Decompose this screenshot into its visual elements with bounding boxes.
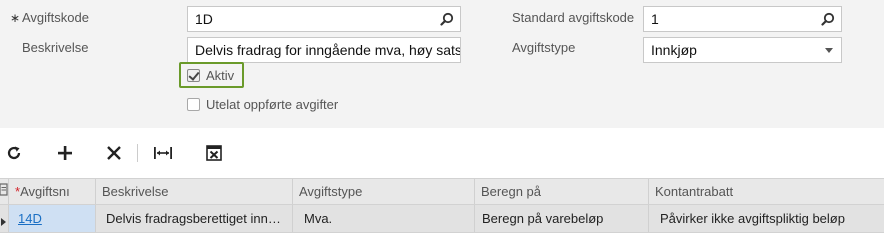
column-header-label: Kontantrabatt [655,184,734,199]
column-header-label: Beregn på [481,184,541,199]
avgiftstype-value: Innkjøp [651,42,697,58]
refresh-button[interactable] [3,142,25,164]
row-selector-header[interactable] [0,179,9,204]
aktiv-checkbox-row[interactable]: Aktiv [187,68,234,83]
add-row-button[interactable] [54,142,76,164]
cell-value: Beregn på varebeløp [482,211,604,226]
standard-avgiftskode-label: Standard avgiftskode [512,10,635,25]
column-header-avgiftstype[interactable]: Avgiftstype [293,179,475,204]
row-indicator[interactable] [0,205,9,232]
aktiv-checkbox[interactable] [187,69,200,82]
utelat-label: Utelat oppførte avgifter [206,97,339,112]
column-header-avgiftsnr[interactable]: *Avgiftsnı [9,179,96,204]
column-header-kontantrabatt[interactable]: Kontantrabatt [649,179,884,204]
grid-toolbar [0,128,884,178]
aktiv-label: Aktiv [206,68,235,83]
excel-export-icon [206,145,222,161]
cell-value: Mva. [304,211,333,226]
toolbar-divider [137,144,138,162]
cell-value: Påvirker ikke avgiftspliktig beløp [660,211,845,226]
beskrivelse-value: Delvis fradrag for inngående mva, høy sa… [195,42,461,58]
delete-row-button[interactable] [103,142,125,164]
utelat-checkbox-row[interactable]: Utelat oppførte avgifter [187,97,338,112]
avgiftskode-field[interactable]: 1D [187,6,461,32]
standard-avgiftskode-field[interactable]: 1 [643,6,842,32]
cell-beskrivelse[interactable]: Delvis fradragsberettiget inn… [96,205,293,232]
plus-icon [58,146,72,160]
cell-avgiftstype[interactable]: Mva. [293,205,475,232]
avgiftstype-label: Avgiftstype [512,40,576,55]
notes-icon [0,183,8,196]
standard-avgiftskode-value: 1 [651,11,659,27]
export-excel-button[interactable] [203,142,225,164]
cell-avgiftsnr[interactable]: 14D [9,205,96,232]
tax-grid: *Avgiftsnı Beskrivelse Avgiftstype Bereg… [0,178,884,242]
fit-columns-icon [154,147,172,159]
refresh-icon [7,146,21,160]
row-pointer-icon [1,218,6,226]
form-area: ∗ Avgiftskode 1D Beskrivelse Delvis frad… [0,0,884,128]
close-icon [107,146,121,160]
fit-columns-button[interactable] [152,142,174,164]
grid-header: *Avgiftsnı Beskrivelse Avgiftstype Bereg… [0,178,884,205]
column-header-label: Beskrivelse [102,184,169,199]
avgiftstype-dropdown[interactable]: Innkjøp [643,37,842,63]
column-header-beskrivelse[interactable]: Beskrivelse [96,179,293,204]
avgiftskode-value: 1D [195,11,213,27]
table-row[interactable]: 14D Delvis fradragsberettiget inn… Mva. … [0,205,884,233]
search-icon[interactable] [440,12,454,26]
chevron-down-icon[interactable] [825,48,833,53]
avgiftsnr-link[interactable]: 14D [18,211,42,226]
column-header-beregn-pa[interactable]: Beregn på [475,179,649,204]
search-icon[interactable] [821,12,835,26]
beskrivelse-label: Beskrivelse [22,40,89,55]
cell-value: Delvis fradragsberettiget inn… [106,211,281,226]
required-marker: ∗ [10,11,21,25]
utelat-checkbox[interactable] [187,98,200,111]
cell-kontantrabatt[interactable]: Påvirker ikke avgiftspliktig beløp [649,205,884,232]
avgiftskode-label: Avgiftskode [22,10,89,25]
beskrivelse-field[interactable]: Delvis fradrag for inngående mva, høy sa… [187,37,461,63]
column-header-label: Avgiftstype [299,184,363,199]
column-header-label: Avgiftsnı [20,184,70,199]
cell-beregn-pa[interactable]: Beregn på varebeløp [475,205,649,232]
